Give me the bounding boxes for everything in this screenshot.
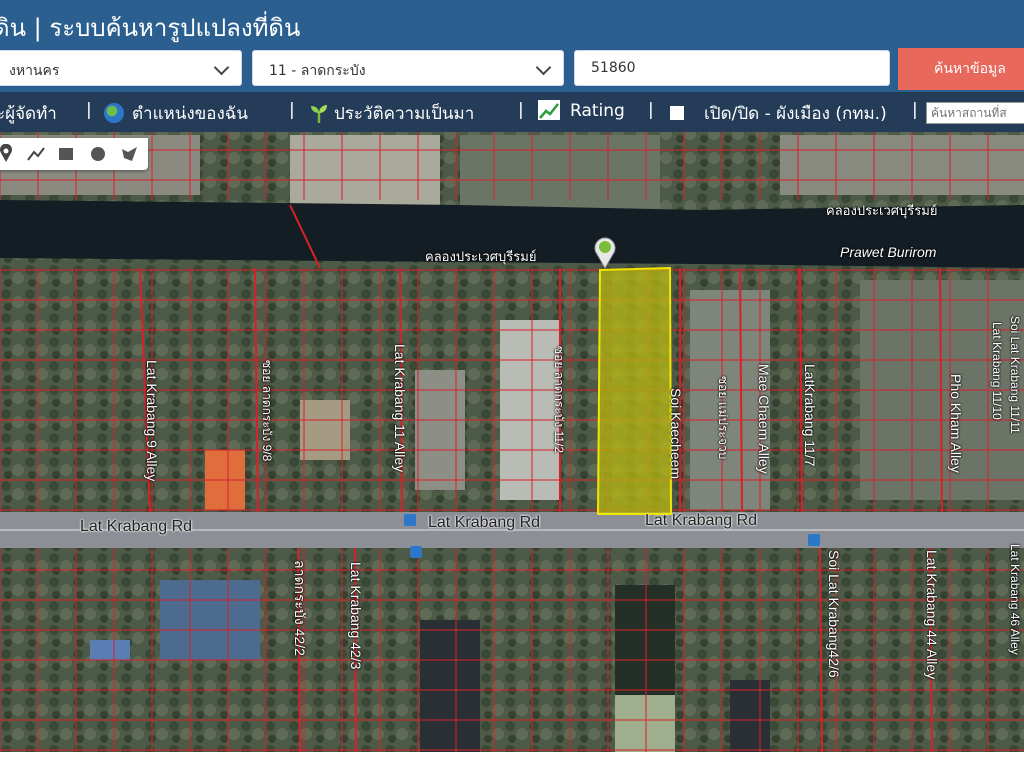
search-bar: งหานคร 11 - ลาดกระบัง ค้นหาข้อมูล (0, 46, 1024, 92)
alley-label-42-3: Lat Krabang 42/3 (348, 562, 364, 670)
district-select[interactable]: 11 - ลาดกระบัง (252, 50, 564, 86)
road-label-right: Lat Krabang Rd (645, 512, 758, 529)
canal-label-thai-top: คลองประเวศบุรีรมย์ (826, 203, 938, 218)
chart-line-icon (538, 100, 560, 120)
menu-item-location-label: ตำแหน่งของฉัน (132, 104, 249, 124)
app-header: ดิน | ระบบค้นหารูปแปลงที่ดิน (0, 0, 1024, 46)
chevron-down-icon (213, 59, 230, 76)
district-select-value: 11 - ลาดกระบัง (269, 63, 366, 79)
road-label-mid: Lat Krabang Rd (428, 514, 541, 531)
menu-separator: | (289, 100, 295, 120)
globe-icon (104, 103, 124, 123)
menu-separator: | (86, 100, 92, 120)
menu-item-rating-label: Rating (570, 101, 625, 121)
alley-label-11-10: Lat Krabang 11/10 (990, 322, 1004, 420)
checkbox-icon[interactable] (670, 106, 684, 120)
map-view[interactable]: คลองประเวศบุรีรมย์ คลองประเวศบุรีรมย์ Pr… (0, 132, 1024, 752)
canal-label-thai-mid: คลองประเวศบุรีรมย์ (425, 249, 537, 264)
menu-bar: ะผู้จัดทำ | ตำแหน่งของฉัน | ประวัติความเ… (0, 92, 1024, 132)
alley-label-11-11: Soi Lat Krabang 11/11 (1008, 316, 1022, 434)
alley-label-46: Lat Krabang 46 Alley (1008, 544, 1022, 655)
draw-toolbar (0, 138, 148, 170)
selected-parcel[interactable] (596, 266, 673, 515)
sprout-icon (311, 105, 327, 123)
menu-item-location[interactable]: ตำแหน่งของฉัน (104, 100, 248, 127)
circle-icon[interactable] (88, 144, 108, 164)
parcel-code-input[interactable] (574, 50, 890, 86)
menu-item-zoning-label: เปิด/ปิด - ผังเมือง (กทม.) (704, 104, 887, 124)
alley-label-maecham: ซอย แม่ประจวบ (716, 376, 730, 460)
alley-label-11: Lat Krabang 11 Alley (392, 344, 408, 473)
canal-label-english: Prawet Burirom (840, 244, 937, 260)
alley-label-pho-kham: Pho Kham Alley (948, 374, 964, 473)
menu-item-editor[interactable]: ะผู้จัดทำ (0, 100, 57, 127)
province-select-value: งหานคร (9, 63, 60, 79)
alley-label-11-2: ซอย ลาดกระบัง 11/2 (552, 346, 566, 454)
alley-label-kaecheem: Soi Kaecheem (668, 388, 684, 480)
search-button[interactable]: ค้นหาข้อมูล (898, 48, 1024, 90)
bus-stop-icon[interactable] (404, 514, 416, 526)
alley-label-9-8: ซอย ลาดกระบัง 9/8 (260, 360, 274, 462)
bus-stop-icon[interactable] (410, 546, 422, 558)
menu-separator: | (648, 100, 654, 120)
menu-item-rating[interactable]: Rating (538, 100, 625, 121)
polyline-icon[interactable] (26, 144, 46, 164)
menu-item-history-label: ประวัติความเป็นมา (334, 104, 475, 124)
alley-label-42-6: Soi Lat Krabang42/6 (826, 550, 842, 678)
menu-separator: | (912, 100, 918, 120)
menu-item-history[interactable]: ประวัติความเป็นมา (308, 100, 474, 127)
page-title: ดิน | ระบบค้นหารูปแปลงที่ดิน (0, 14, 301, 42)
place-search-input[interactable] (926, 102, 1024, 124)
chevron-down-icon (535, 59, 552, 76)
parcel-grid (0, 548, 1024, 752)
alley-label-11-7: LatKrabang 11/7 (802, 364, 818, 467)
menu-item-zoning[interactable]: เปิด/ปิด - ผังเมือง (กทม.) (670, 100, 887, 127)
marker-icon[interactable] (0, 144, 16, 164)
polygon-icon[interactable] (120, 144, 140, 164)
footer-strip (0, 752, 1024, 768)
menu-separator: | (518, 100, 524, 120)
bus-stop-icon[interactable] (808, 534, 820, 546)
alley-label-44: Lat Krabang 44 Alley (924, 550, 940, 680)
parcel-grid (0, 132, 1024, 200)
alley-label-42-2: ลาดกระบัง 42/2 (292, 560, 308, 656)
road-label-left: Lat Krabang Rd (80, 518, 193, 535)
rectangle-icon[interactable] (56, 144, 76, 164)
alley-label-mae-chaem: Mae Chaem Alley (756, 364, 772, 474)
province-select[interactable]: งหานคร (0, 50, 242, 86)
alley-label-9: Lat Krabang 9 Alley (144, 360, 160, 482)
